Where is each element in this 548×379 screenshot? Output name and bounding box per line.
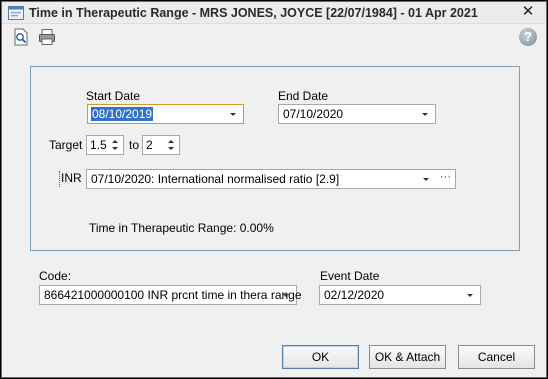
code-select[interactable]: 866421000000100 INR prcnt time in thera … — [39, 285, 302, 305]
close-button[interactable]: ✕ — [520, 4, 536, 20]
event-date-label: Event Date — [320, 269, 380, 283]
ok-attach-button[interactable]: OK & Attach — [369, 345, 446, 369]
end-date-value: 07/10/2020 — [283, 107, 344, 121]
target-low-stepper[interactable]: 1.5 — [86, 135, 124, 155]
chevron-down-icon[interactable] — [423, 178, 429, 181]
print-icon[interactable] — [38, 28, 56, 46]
preview-icon[interactable] — [12, 28, 30, 46]
title-bar: Time in Therapeutic Range - MRS JONES, J… — [2, 2, 546, 24]
code-label: Code: — [39, 269, 72, 283]
inr-value: 07/10/2020: International normalised rat… — [91, 172, 340, 186]
target-to-label: to — [129, 138, 140, 152]
inr-select[interactable]: 07/10/2020: International normalised rat… — [86, 169, 456, 189]
stepper-down-icon[interactable] — [112, 147, 118, 150]
ellipsis-button[interactable]: ··· — [440, 171, 451, 183]
window-title: Time in Therapeutic Range - MRS JONES, J… — [29, 6, 478, 20]
target-label: Target — [49, 138, 83, 152]
target-high-value: 2 — [146, 138, 153, 152]
target-high-stepper[interactable]: 2 — [142, 135, 180, 155]
app-icon — [8, 6, 24, 20]
start-date-value: 08/10/2019 — [91, 107, 154, 121]
chevron-down-icon[interactable] — [230, 113, 236, 116]
code-value: 866421000000100 INR prcnt time in thera … — [44, 288, 302, 302]
start-date-label: Start Date — [86, 89, 141, 103]
help-icon[interactable]: ? — [519, 28, 537, 46]
cancel-button[interactable]: Cancel — [458, 345, 535, 369]
event-date-field[interactable]: 02/12/2020 — [319, 285, 481, 305]
end-date-label: End Date — [278, 89, 329, 103]
event-date-value: 02/12/2020 — [324, 288, 385, 302]
toolbar: ? — [2, 25, 546, 49]
target-low-value: 1.5 — [90, 138, 107, 152]
ok-button[interactable]: OK — [282, 345, 359, 369]
stepper-up-icon[interactable] — [112, 140, 118, 143]
ttr-result-text: Time in Therapeutic Range: 0.00% — [89, 221, 274, 235]
start-date-field[interactable]: 08/10/2019 — [87, 104, 244, 124]
stepper-up-icon[interactable] — [168, 140, 174, 143]
chevron-down-icon[interactable] — [283, 294, 289, 297]
inr-label: INR — [59, 171, 82, 187]
chevron-down-icon[interactable] — [467, 294, 473, 297]
ttr-dialog-window: Time in Therapeutic Range - MRS JONES, J… — [0, 0, 548, 379]
stepper-down-icon[interactable] — [168, 147, 174, 150]
chevron-down-icon[interactable] — [422, 113, 428, 116]
end-date-field[interactable]: 07/10/2020 — [278, 104, 436, 124]
